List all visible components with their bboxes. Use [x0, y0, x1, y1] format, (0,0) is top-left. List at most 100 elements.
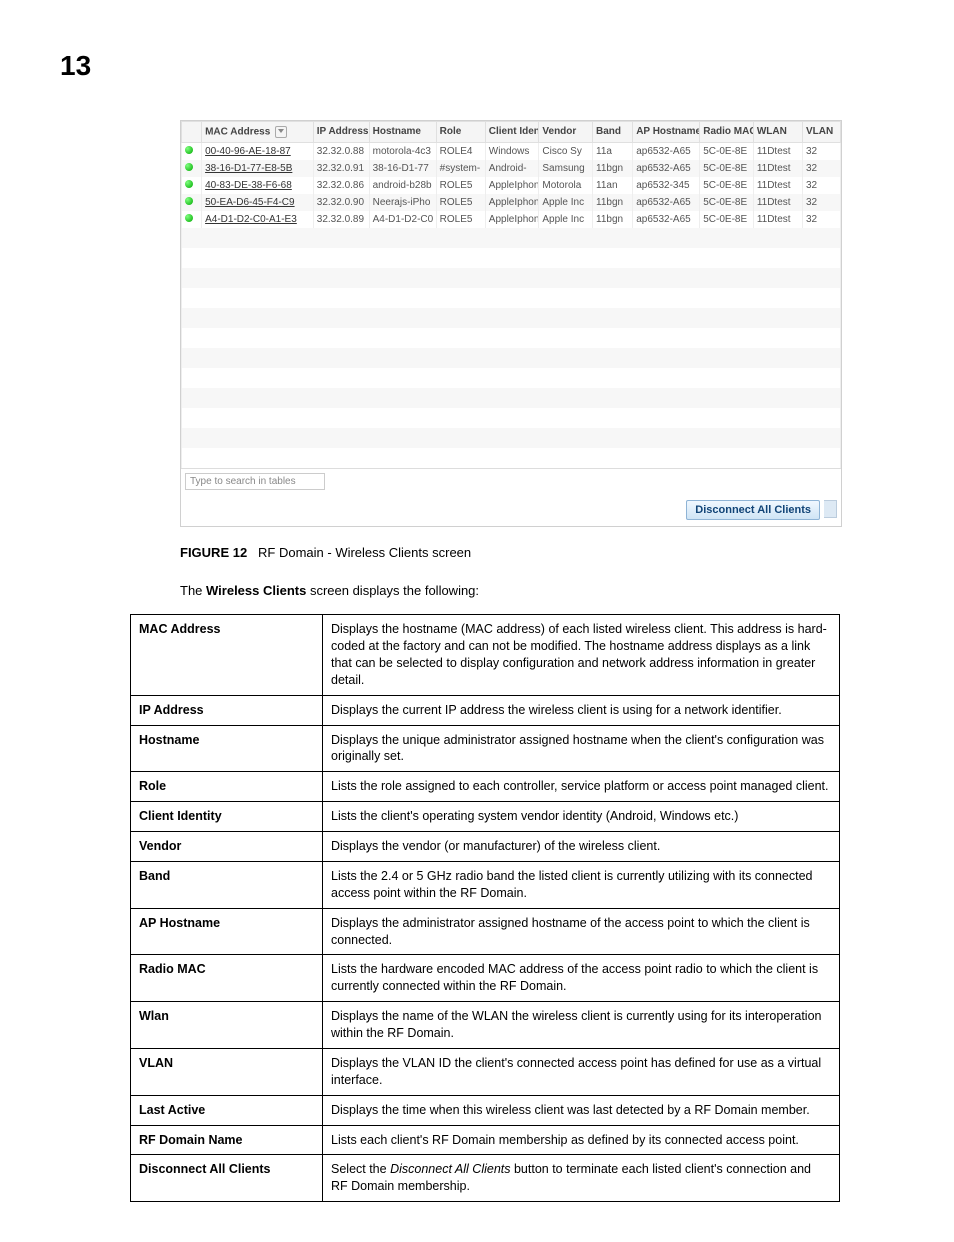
status-online-icon: [185, 197, 193, 205]
vendor-cell: Apple Inc: [539, 211, 593, 228]
mac-cell[interactable]: A4-D1-D2-C0-A1-E3: [202, 211, 314, 228]
radio-mac-cell: 5C-0E-8E: [700, 194, 754, 211]
table-row[interactable]: A4-D1-D2-C0-A1-E332.32.0.89A4-D1-D2-C0RO…: [182, 211, 841, 228]
figure-title: RF Domain - Wireless Clients screen: [258, 545, 471, 560]
mac-cell[interactable]: 50-EA-D6-45-F4-C9: [202, 194, 314, 211]
definition-term: Client Identity: [131, 802, 323, 832]
hostname-cell: 38-16-D1-77: [369, 160, 436, 177]
definition-description: Displays the vendor (or manufacturer) of…: [323, 832, 840, 862]
empty-row: [182, 428, 841, 448]
status-online-icon: [185, 163, 193, 171]
sort-icon[interactable]: [275, 126, 287, 138]
figure-label: FIGURE 12: [180, 545, 247, 560]
band-cell: 11an: [593, 177, 633, 194]
definition-row: IP AddressDisplays the current IP addres…: [131, 695, 840, 725]
definition-description: Select the Disconnect All Clients button…: [323, 1155, 840, 1202]
band-cell: 11bgn: [593, 194, 633, 211]
col-vlan[interactable]: VLAN: [802, 122, 840, 143]
radio-mac-cell: 5C-0E-8E: [700, 177, 754, 194]
definition-description: Lists the 2.4 or 5 GHz radio band the li…: [323, 861, 840, 908]
col-status[interactable]: [182, 122, 202, 143]
definition-row: Disconnect All ClientsSelect the Disconn…: [131, 1155, 840, 1202]
vendor-cell: Motorola: [539, 177, 593, 194]
definition-term: AP Hostname: [131, 908, 323, 955]
col-band[interactable]: Band: [593, 122, 633, 143]
col-role[interactable]: Role: [436, 122, 485, 143]
vendor-cell: Cisco Sy: [539, 143, 593, 161]
band-cell: 11bgn: [593, 160, 633, 177]
table-row[interactable]: 00-40-96-AE-18-8732.32.0.88motorola-4c3R…: [182, 143, 841, 161]
mac-cell[interactable]: 38-16-D1-77-E8-5B: [202, 160, 314, 177]
ap-hostname-cell: ap6532-A65: [633, 211, 700, 228]
footer-side-handle[interactable]: [824, 500, 837, 518]
empty-row: [182, 388, 841, 408]
definition-description: Lists the client's operating system vend…: [323, 802, 840, 832]
ip-cell: 32.32.0.88: [313, 143, 369, 161]
disconnect-all-clients-button[interactable]: Disconnect All Clients: [686, 500, 820, 520]
hostname-cell: android-b28b: [369, 177, 436, 194]
wlan-cell: 11Dtest: [753, 177, 802, 194]
vlan-cell: 32: [802, 211, 840, 228]
empty-row: [182, 348, 841, 368]
wireless-clients-screenshot: MAC Address IP Address Hostname Role Cli…: [180, 120, 842, 527]
col-wlan[interactable]: WLAN: [753, 122, 802, 143]
empty-row: [182, 448, 841, 468]
definition-term: Wlan: [131, 1002, 323, 1049]
wlan-cell: 11Dtest: [753, 211, 802, 228]
empty-row: [182, 268, 841, 288]
empty-row: [182, 228, 841, 248]
definition-row: VLANDisplays the VLAN ID the client's co…: [131, 1048, 840, 1095]
ip-cell: 32.32.0.90: [313, 194, 369, 211]
search-input[interactable]: [185, 473, 325, 490]
empty-row: [182, 328, 841, 348]
definition-row: Client IdentityLists the client's operat…: [131, 802, 840, 832]
definition-row: RF Domain NameLists each client's RF Dom…: [131, 1125, 840, 1155]
ap-hostname-cell: ap6532-A65: [633, 160, 700, 177]
table-row[interactable]: 38-16-D1-77-E8-5B32.32.0.9138-16-D1-77#s…: [182, 160, 841, 177]
hostname-cell: motorola-4c3: [369, 143, 436, 161]
mac-cell[interactable]: 40-83-DE-38-F6-68: [202, 177, 314, 194]
definition-term: Role: [131, 772, 323, 802]
definitions-table: MAC AddressDisplays the hostname (MAC ad…: [130, 614, 840, 1202]
page-number: 13: [60, 50, 91, 82]
figure-caption: FIGURE 12 RF Domain - Wireless Clients s…: [180, 545, 894, 560]
definition-term: Band: [131, 861, 323, 908]
ap-hostname-cell: ap6532-345: [633, 177, 700, 194]
mac-cell[interactable]: 00-40-96-AE-18-87: [202, 143, 314, 161]
col-client-identity[interactable]: Client Identity: [485, 122, 539, 143]
definition-row: Last ActiveDisplays the time when this w…: [131, 1095, 840, 1125]
col-ip[interactable]: IP Address: [313, 122, 369, 143]
col-ap-hostname[interactable]: AP Hostname: [633, 122, 700, 143]
band-cell: 11a: [593, 143, 633, 161]
vendor-cell: Samsung: [539, 160, 593, 177]
status-online-icon: [185, 180, 193, 188]
empty-row: [182, 368, 841, 388]
vendor-cell: Apple Inc: [539, 194, 593, 211]
role-cell: ROLE4: [436, 143, 485, 161]
status-cell: [182, 160, 202, 177]
definition-term: VLAN: [131, 1048, 323, 1095]
band-cell: 11bgn: [593, 211, 633, 228]
col-mac[interactable]: MAC Address: [202, 122, 314, 143]
status-cell: [182, 143, 202, 161]
ap-hostname-cell: ap6532-A65: [633, 194, 700, 211]
table-row[interactable]: 40-83-DE-38-F6-6832.32.0.86android-b28bR…: [182, 177, 841, 194]
definition-description: Displays the time when this wireless cli…: [323, 1095, 840, 1125]
col-hostname[interactable]: Hostname: [369, 122, 436, 143]
status-online-icon: [185, 214, 193, 222]
table-search-bar: [181, 468, 841, 494]
col-vendor[interactable]: Vendor: [539, 122, 593, 143]
definition-row: HostnameDisplays the unique administrato…: [131, 725, 840, 772]
wlan-cell: 11Dtest: [753, 143, 802, 161]
hostname-cell: Neerajs-iPho: [369, 194, 436, 211]
vlan-cell: 32: [802, 194, 840, 211]
definition-term: Hostname: [131, 725, 323, 772]
definition-description: Displays the name of the WLAN the wirele…: [323, 1002, 840, 1049]
empty-row: [182, 408, 841, 428]
definition-row: WlanDisplays the name of the WLAN the wi…: [131, 1002, 840, 1049]
definition-row: MAC AddressDisplays the hostname (MAC ad…: [131, 615, 840, 696]
definition-description: Displays the unique administrator assign…: [323, 725, 840, 772]
table-row[interactable]: 50-EA-D6-45-F4-C932.32.0.90Neerajs-iPhoR…: [182, 194, 841, 211]
definition-description: Displays the current IP address the wire…: [323, 695, 840, 725]
col-radio-mac[interactable]: Radio MAC: [700, 122, 754, 143]
